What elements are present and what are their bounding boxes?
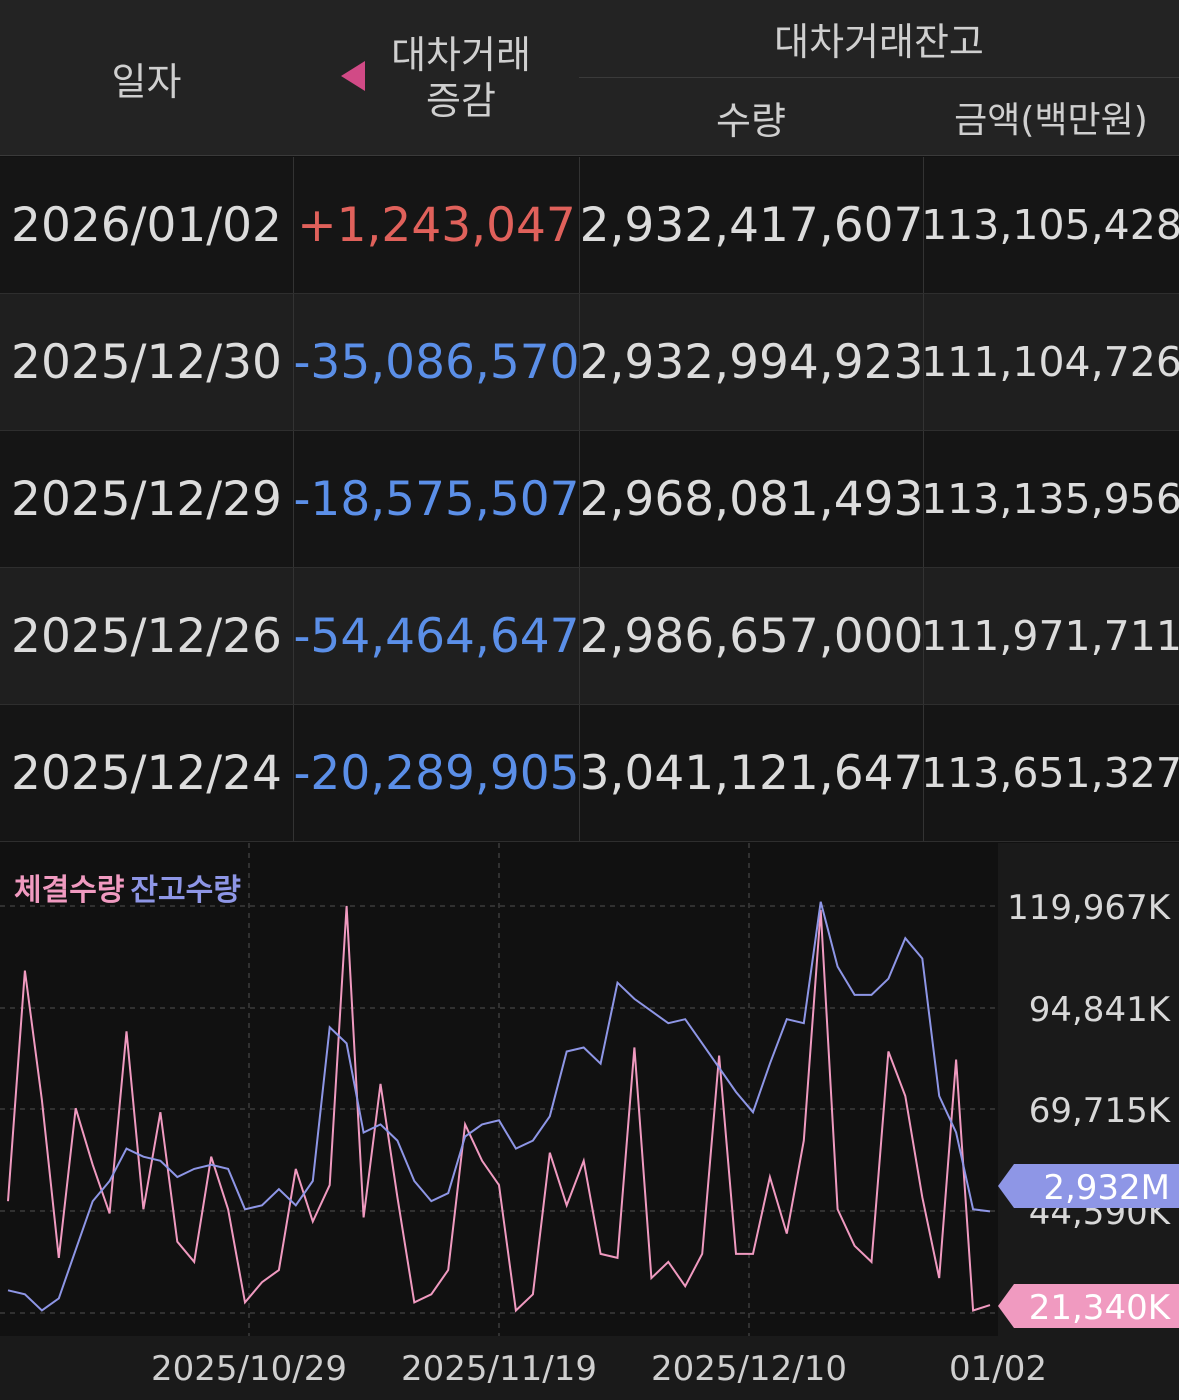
header-change-line1: 대차거래 (391, 33, 531, 77)
x-tick-label: 2025/11/19 (401, 1349, 597, 1389)
y-tick-label: 119,967K (1007, 888, 1172, 928)
header-amount[interactable]: 금액(백만원) (923, 78, 1179, 156)
legend-volume: 체결수량 (14, 873, 125, 908)
x-tick-label: 2025/12/10 (651, 1349, 847, 1389)
header-date[interactable]: 일자 (0, 0, 293, 156)
header-change[interactable]: 대차거래 증감 (293, 0, 579, 156)
row-amount: 113,105,428 (921, 157, 1179, 293)
x-tick-label: 2025/10/29 (151, 1349, 347, 1389)
row-date: 2025/12/29 (11, 471, 282, 527)
table-row[interactable]: 2026/01/02 +1,243,047 2,932,417,607 113,… (0, 157, 1179, 294)
row-date: 2025/12/26 (11, 608, 282, 664)
legend-balance: 잔고수량 (130, 873, 241, 908)
header-change-line2: 증감 (426, 79, 496, 123)
row-date: 2026/01/02 (11, 197, 282, 253)
volume-balance-chart[interactable]: 119,967K 94,841K 69,715K 44,590K 2,932M 21,34… (0, 843, 1179, 1400)
row-change: -54,464,647 (293, 568, 580, 704)
sort-left-arrow-icon[interactable] (341, 61, 366, 91)
y-tick-label: 94,841K (1029, 990, 1172, 1030)
row-qty: 2,932,417,607 (579, 157, 923, 293)
current-balance-label: 2,932M (1043, 1168, 1170, 1208)
row-qty: 2,932,994,923 (579, 294, 923, 430)
row-date: 2025/12/24 (11, 745, 282, 801)
row-qty: 2,968,081,493 (579, 431, 923, 567)
row-change: +1,243,047 (293, 157, 579, 293)
row-qty: 2,986,657,000 (579, 568, 923, 704)
table-row[interactable]: 2025/12/29 -18,575,507 2,968,081,493 113… (0, 431, 1179, 568)
header-balance: 대차거래잔고 (579, 0, 1179, 78)
lending-table: 2026/01/02 +1,243,047 2,932,417,607 113,… (0, 157, 1179, 842)
chart-legend: 체결수량 잔고수량 (14, 865, 241, 909)
row-date: 2025/12/30 (11, 334, 282, 390)
row-change: -20,289,905 (293, 705, 580, 841)
row-amount: 111,971,711 (921, 568, 1179, 704)
row-amount: 113,651,327 (921, 705, 1179, 841)
table-row[interactable]: 2025/12/26 -54,464,647 2,986,657,000 111… (0, 568, 1179, 705)
y-tick-label: 69,715K (1029, 1091, 1172, 1131)
current-volume-label: 21,340K (1029, 1288, 1172, 1328)
row-change: -35,086,570 (293, 294, 580, 430)
x-tick-label: 01/02 (949, 1349, 1047, 1389)
row-qty: 3,041,121,647 (579, 705, 923, 841)
row-amount: 113,135,956 (921, 431, 1179, 567)
chart-canvas[interactable]: 119,967K94,841K69,715K44,590K2,932M21,34… (0, 843, 1179, 1400)
row-amount: 111,104,726 (921, 294, 1179, 430)
table-row[interactable]: 2025/12/24 -20,289,905 3,041,121,647 113… (0, 705, 1179, 842)
table-row[interactable]: 2025/12/30 -35,086,570 2,932,994,923 111… (0, 294, 1179, 431)
table-header: 일자 대차거래 증감 대차거래잔고 수량 금액(백만원) (0, 0, 1179, 156)
row-change: -18,575,507 (293, 431, 580, 567)
header-qty[interactable]: 수량 (579, 78, 923, 156)
